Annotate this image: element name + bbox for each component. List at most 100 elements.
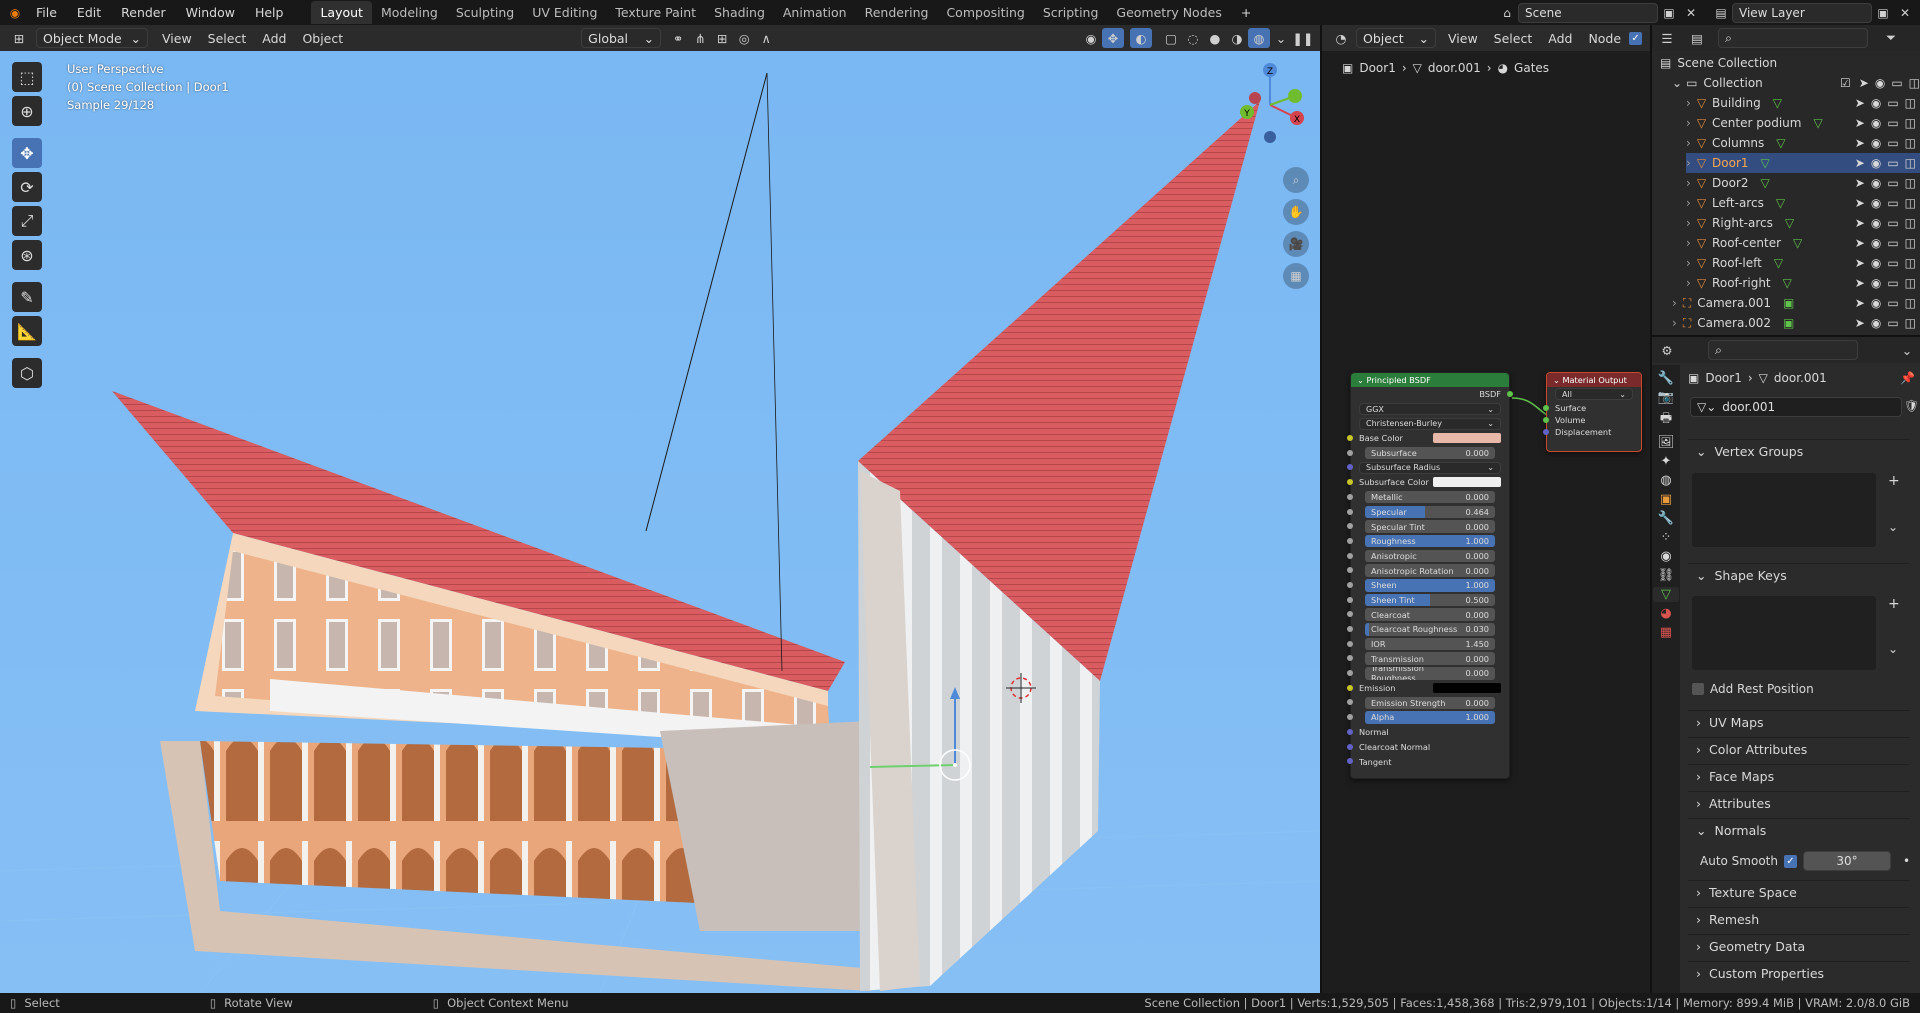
pause-render-icon[interactable]: ❚❚ (1292, 28, 1314, 48)
outliner-camera-camera.002[interactable]: › ⛶ Camera.002 ▣ ➤ ◉ ▭ ◫ (1672, 313, 1920, 333)
zoom-icon[interactable]: ⌕ (1283, 167, 1309, 193)
monitor-icon[interactable]: ▭ (1887, 196, 1898, 210)
shading-rendered-icon[interactable]: ◍ (1248, 28, 1270, 48)
viewport-menu-select[interactable]: Select (200, 31, 255, 46)
proportional-edit-icon[interactable]: ◎ (733, 28, 755, 48)
editor-type-icon[interactable]: ⊞ (8, 28, 30, 48)
subsurface-radius-dropdown[interactable]: Subsurface Radius ⌄ (1359, 461, 1501, 474)
node-menu-view[interactable]: View (1440, 31, 1486, 46)
node-menu-select[interactable]: Select (1486, 31, 1541, 46)
output-tab-icon[interactable]: 🖶 (1660, 409, 1672, 431)
mesh-name-field[interactable]: ▽⌄ door.001 (1690, 397, 1902, 417)
anisotropic-rotation-slider[interactable]: Anisotropic Rotation 0.000 (1365, 564, 1495, 577)
subsurface-color-socket[interactable] (1347, 479, 1353, 486)
chevron-right-icon[interactable]: › (1686, 196, 1691, 210)
constraints-tab-icon[interactable]: ⛓ (1658, 568, 1675, 583)
auto-smooth-checkbox[interactable]: ✓ (1783, 854, 1797, 868)
panel-texture-space[interactable]: › Texture Space (1688, 880, 1910, 904)
emission-strength-slider[interactable]: Emission Strength 0.000 (1365, 696, 1495, 710)
subsurface-radius-socket[interactable] (1347, 464, 1353, 471)
tangent-socket[interactable] (1347, 758, 1353, 765)
navigation-gizmo[interactable]: Z X Y (1225, 60, 1315, 150)
keyframe-dot-icon[interactable]: • (1903, 854, 1910, 868)
render-camera-icon[interactable]: ◫ (1905, 216, 1916, 230)
tool-tab-icon[interactable]: 🔧 (1658, 371, 1674, 386)
render-camera-icon[interactable]: ◫ (1905, 176, 1916, 190)
select-box-tool[interactable]: ⬚ (12, 62, 42, 92)
render-camera-icon[interactable]: ◫ (1905, 276, 1916, 290)
panel-remesh[interactable]: › Remesh (1688, 907, 1910, 931)
tab-shading[interactable]: Shading (705, 1, 774, 24)
roughness-slider[interactable]: Roughness 1.000 (1365, 534, 1495, 548)
tab-uv-editing[interactable]: UV Editing (523, 1, 606, 24)
annotate-tool[interactable]: ✎ (12, 282, 42, 312)
metallic-slider[interactable]: Metallic 0.000 (1365, 490, 1495, 504)
select-arrow-icon[interactable]: ➤ (1855, 156, 1865, 170)
subsurface-slider[interactable]: Subsurface 0.000 (1365, 446, 1495, 460)
mode-selector[interactable]: Object Mode ⌄ (36, 28, 148, 48)
monitor-icon[interactable]: ▭ (1887, 176, 1898, 190)
select-arrow-icon[interactable]: ➤ (1855, 236, 1865, 250)
pivot-icon[interactable]: ⚭ (667, 28, 689, 48)
principled-bsdf-node[interactable]: ⌄ Principled BSDF BSDF GGX ⌄ Christensen-… (1347, 372, 1513, 779)
view-layer-tab-icon[interactable]: 🖼 (1658, 435, 1675, 450)
tab-compositing[interactable]: Compositing (937, 1, 1033, 24)
select-arrow-icon[interactable]: ➤ (1855, 176, 1865, 190)
viewport-menu-add[interactable]: Add (254, 31, 294, 46)
eye-icon[interactable]: ◉ (1871, 176, 1881, 190)
clearcoat-roughness-slider[interactable]: Clearcoat Roughness 0.030 (1365, 623, 1495, 636)
monitor-icon[interactable]: ▭ (1887, 236, 1898, 250)
monitor-icon[interactable]: ▭ (1887, 216, 1898, 230)
monitor-icon[interactable]: ▭ (1887, 296, 1898, 310)
specular-slider[interactable]: Specular 0.464 (1365, 505, 1495, 519)
shader-editor-type-icon[interactable]: ◔ (1330, 28, 1352, 48)
sheen-slider[interactable]: Sheen 1.000 (1365, 579, 1495, 592)
snap-target-icon[interactable]: ⊞ (711, 28, 733, 48)
monitor-icon[interactable]: ▭ (1887, 276, 1898, 290)
select-arrow-icon[interactable]: ➤ (1855, 116, 1865, 130)
delete-view-layer-icon[interactable]: ✕ (1894, 3, 1916, 23)
sheen-socket[interactable] (1347, 581, 1353, 588)
select-arrow-icon[interactable]: ➤ (1855, 196, 1865, 210)
texture-tab-icon[interactable]: ▦ (1660, 625, 1672, 640)
chevron-right-icon[interactable]: › (1686, 156, 1691, 170)
menu-help[interactable]: Help (245, 5, 294, 20)
outliner-item-center-podium[interactable]: › ▽ Center podium ▽ ➤ ◉ ▭ ◫ (1686, 113, 1920, 133)
add-cube-tool[interactable]: ⬡ (12, 358, 42, 388)
emission-socket[interactable] (1347, 684, 1353, 691)
specular-tint-slider[interactable]: Specular Tint 0.000 (1365, 520, 1495, 533)
base-color-socket[interactable] (1347, 435, 1353, 442)
visibility-icon[interactable]: ◉ (1080, 28, 1102, 48)
panel-attributes[interactable]: › Attributes (1688, 791, 1910, 815)
tab-sculpting[interactable]: Sculpting (447, 1, 523, 24)
ior-slider[interactable]: IOR 1.450 (1365, 637, 1495, 651)
add-rest-position-checkbox[interactable] (1692, 683, 1704, 695)
anisotropic-socket[interactable] (1347, 552, 1353, 559)
menu-render[interactable]: Render (111, 5, 176, 20)
output-node-header[interactable]: ⌄ Material Output (1547, 373, 1641, 387)
particles-tab-icon[interactable]: ⁘ (1661, 530, 1672, 545)
node-menu-node[interactable]: Node (1580, 31, 1629, 46)
panel-face-maps[interactable]: › Face Maps (1688, 764, 1910, 788)
viewport-3d[interactable]: ⊞ Object Mode ⌄ View Select Add Object Globa… (0, 25, 1320, 993)
emission-strength-socket[interactable] (1347, 699, 1353, 706)
object-tab-icon[interactable]: ▣ (1660, 492, 1672, 507)
gizmo-toggle-icon[interactable]: ✥ (1102, 28, 1124, 48)
vertex-groups-list[interactable] (1692, 473, 1876, 547)
monitor-icon[interactable]: ▭ (1887, 316, 1898, 330)
blender-logo-icon[interactable]: ◉ (4, 3, 26, 23)
shape-key-menu-icon[interactable]: ⌄ (1888, 642, 1898, 656)
render-camera-icon[interactable]: ◫ (1905, 156, 1916, 170)
view-layer-icon[interactable]: ▤ (1710, 3, 1732, 23)
menu-file[interactable]: File (26, 5, 67, 20)
shader-object-selector[interactable]: Object ⌄ (1356, 28, 1436, 48)
panel-uv-maps[interactable]: › UV Maps (1688, 710, 1910, 734)
eye-icon[interactable]: ◉ (1875, 76, 1885, 90)
render-camera-icon[interactable]: ◫ (1905, 96, 1916, 110)
outliner-search[interactable]: ⌕ (1718, 28, 1868, 48)
panel-geometry-data[interactable]: › Geometry Data (1688, 934, 1910, 958)
output-target-dropdown[interactable]: All ⌄ (1555, 388, 1633, 401)
chevron-right-icon[interactable]: › (1686, 136, 1691, 150)
transform-orientation[interactable]: Global ⌄ (581, 28, 662, 48)
tab-geometry-nodes[interactable]: Geometry Nodes (1107, 1, 1230, 24)
